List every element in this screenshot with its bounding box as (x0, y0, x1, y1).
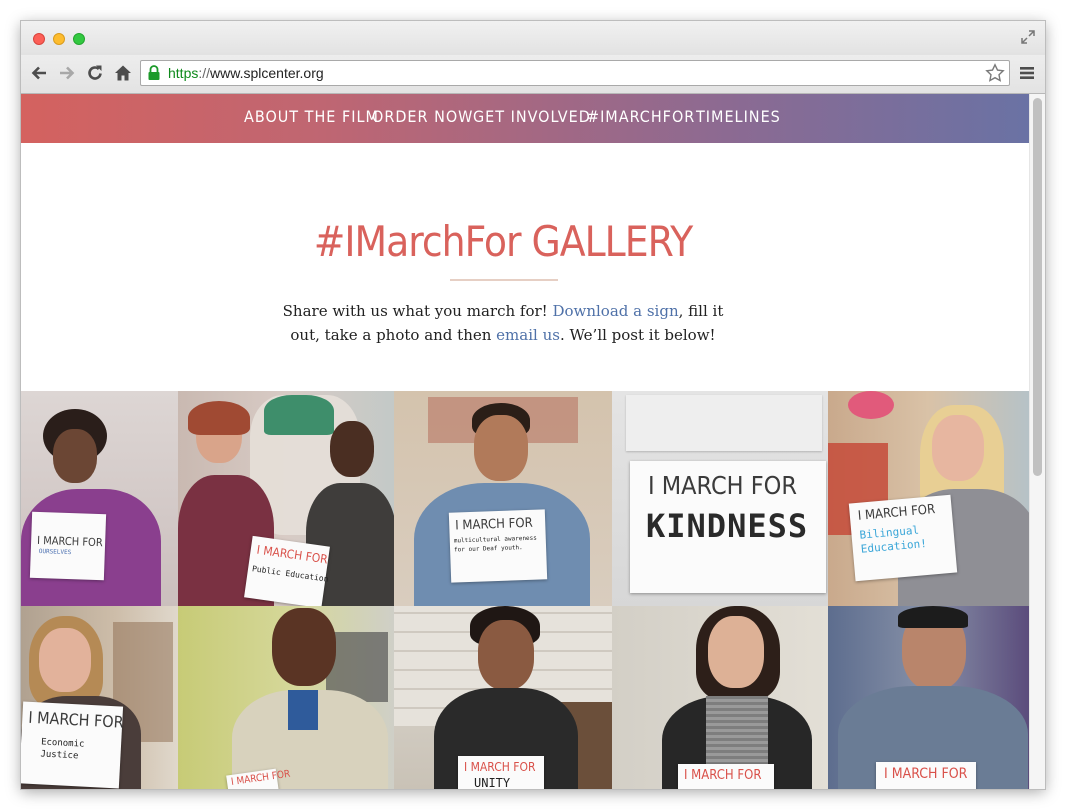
march-sign: I MARCH FOR KINDNESS (630, 461, 826, 593)
sign-text: UNITY (474, 776, 511, 789)
menu-icon[interactable] (1018, 64, 1036, 82)
gallery-photo[interactable]: I MARCH FOR Bilingual Education! (828, 391, 1029, 606)
nav-get-involved[interactable]: GET INVOLVED (473, 107, 591, 126)
nav-about-the-film[interactable]: ABOUT THE FILM (244, 107, 379, 126)
reload-icon (88, 65, 102, 80)
sign-text: Bilingual Education! (859, 523, 928, 556)
person-face (53, 429, 97, 483)
sign-text: OURSELVES (38, 547, 72, 557)
sign-heading: I MARCH FOR (36, 533, 103, 550)
arrow-left-icon (31, 66, 46, 80)
march-sign: I MARCH FOR (876, 762, 976, 789)
page-viewport: ABOUT THE FILM ORDER NOW GET INVOLVED #I… (21, 94, 1045, 789)
intro-text-part: Share with us what you march for! (282, 302, 553, 320)
bookmark-star-icon[interactable] (985, 63, 1005, 83)
sign-heading: I MARCH FOR (464, 760, 536, 774)
march-sign: I MARCH FOR OURSELVES (29, 511, 107, 581)
person-face (272, 608, 336, 686)
scrollbar-thumb[interactable] (1033, 98, 1042, 476)
gallery-photo[interactable]: I MARCH FOR (828, 606, 1029, 789)
browser-toolbar: https://www.splcenter.org (21, 55, 1045, 94)
sign-heading: I MARCH FOR (684, 768, 762, 783)
march-sign: I MARCH FOR Bilingual Education! (848, 494, 958, 582)
url-host: www.splcenter.org (210, 65, 324, 81)
fullscreen-icon[interactable] (1021, 30, 1035, 44)
march-sign: I MARCH FOR Economic Justice (21, 701, 125, 789)
march-sign: I MARCH FOR Public Education (244, 535, 330, 606)
sign-heading: I MARCH FOR (255, 542, 329, 567)
gallery-photo[interactable]: I MARCH FOR (612, 606, 828, 789)
march-sign: I MARCH FOR (678, 764, 774, 789)
gallery-photo[interactable]: I MARCH FOR multicultural awareness for … (394, 391, 612, 606)
close-window-button[interactable] (33, 33, 45, 45)
nav-timelines[interactable]: TIMELINES (696, 107, 781, 126)
sign-strip (626, 395, 822, 451)
march-sign: I MARCH FOR UNITY (458, 756, 544, 789)
url-separator: :// (198, 65, 211, 81)
sign-text: Economic Justice (40, 737, 85, 762)
arrow-right-icon (60, 66, 75, 80)
back-button[interactable] (29, 63, 49, 83)
lock-icon (148, 65, 160, 80)
person-face (932, 415, 984, 481)
person-face (708, 616, 764, 688)
reload-button[interactable] (85, 63, 105, 83)
gallery-photo[interactable]: I MARCH FOR OURSELVES (21, 391, 178, 606)
sign-heading: I MARCH FOR (857, 502, 936, 524)
gallery-photo[interactable]: I MARCH FOR Public Education (178, 391, 394, 606)
gallery-photo[interactable]: I MARCH FOR KINDNESS (612, 391, 828, 606)
browser-window: https://www.splcenter.org ABOUT THE FILM… (21, 21, 1045, 789)
title-divider (450, 279, 558, 281)
person-hair (898, 606, 968, 628)
poster-hat (264, 395, 334, 435)
nav-imarchfor[interactable]: #IMARCHFOR (587, 107, 695, 126)
person-face (474, 415, 528, 481)
intro-text: Share with us what you march for! Downlo… (275, 299, 731, 347)
person-face (330, 421, 374, 477)
gallery-photo[interactable]: I MARCH FOR Economic Justice (21, 606, 178, 789)
title-bar (21, 21, 1045, 55)
download-sign-link[interactable]: Download a sign (552, 302, 678, 320)
gallery-photo[interactable]: I MARCH FOR (178, 606, 394, 789)
sign-heading: I MARCH FOR (27, 707, 125, 732)
address-bar[interactable]: https://www.splcenter.org (140, 60, 1010, 86)
minimize-window-button[interactable] (53, 33, 65, 45)
home-button[interactable] (113, 63, 133, 83)
person-face (39, 628, 91, 692)
url-text: https://www.splcenter.org (168, 65, 324, 81)
sign-text: multicultural awareness for our Deaf you… (453, 534, 537, 554)
url-scheme: https (168, 65, 199, 81)
intro-text-part: . We’ll post it below! (559, 326, 716, 344)
page-scrollbar[interactable] (1029, 94, 1045, 789)
gallery-photo[interactable]: I MARCH FOR UNITY (394, 606, 612, 789)
decoration-pompom (848, 391, 894, 419)
page-title: #IMarchFor GALLERY (313, 217, 693, 266)
sign-text: KINDNESS (646, 507, 809, 545)
sign-heading: I MARCH FOR (648, 471, 797, 500)
person-face (478, 620, 534, 690)
person-hair (188, 401, 250, 435)
forward-button[interactable] (57, 63, 77, 83)
march-sign: I MARCH FOR multicultural awareness for … (448, 509, 548, 583)
home-icon (115, 65, 131, 81)
site-navigation: ABOUT THE FILM ORDER NOW GET INVOLVED #I… (21, 94, 1029, 143)
zoom-window-button[interactable] (73, 33, 85, 45)
sign-heading: I MARCH FOR (884, 766, 968, 782)
shirt-collar (288, 690, 318, 730)
nav-order-now[interactable]: ORDER NOW (372, 107, 473, 126)
email-us-link[interactable]: email us (496, 326, 560, 344)
sign-text: Public Education (251, 564, 330, 584)
sign-heading: I MARCH FOR (455, 515, 533, 534)
